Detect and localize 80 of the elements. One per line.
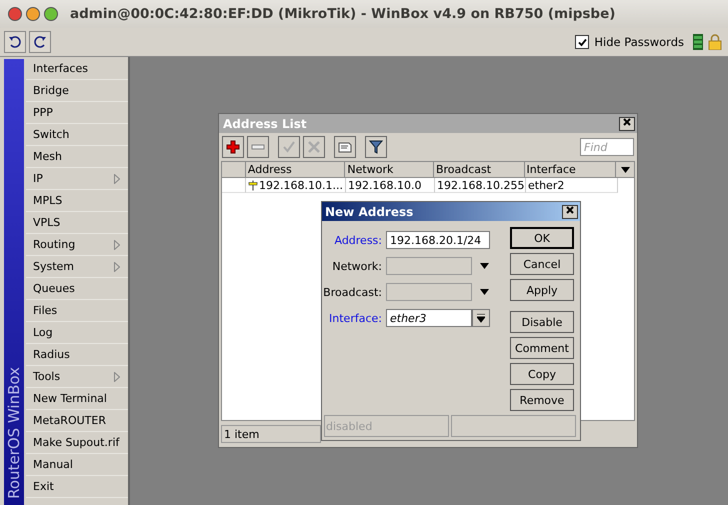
menu-item[interactable]: Files [26, 300, 128, 322]
menu-item[interactable]: Bridge [26, 80, 128, 102]
column-header[interactable]: Address [246, 162, 346, 178]
field-label: Interface: [328, 312, 382, 324]
menu-item[interactable]: PPP [26, 102, 128, 124]
menu-item[interactable]: Routing [26, 234, 128, 256]
address-icon [248, 180, 258, 190]
address-input-field[interactable]: 192.168.20.1/24 [386, 231, 490, 249]
dialog-button[interactable]: Comment [510, 337, 574, 359]
redo-button[interactable] [29, 31, 51, 53]
hide-passwords-checkbox[interactable]: Hide Passwords [575, 35, 684, 49]
table-row[interactable]: 192.168.10.1... 192.168.10.0 192.168.10.255 ether2 [222, 178, 634, 193]
menu-item[interactable]: MPLS [26, 190, 128, 212]
dialog-button[interactable]: Copy [510, 363, 574, 385]
column-header[interactable]: Broadcast [434, 162, 525, 178]
menu-item[interactable]: Exit [26, 476, 128, 498]
comment-button[interactable] [334, 136, 356, 158]
menu-item[interactable]: VPLS [26, 212, 128, 234]
filter-icon [369, 140, 383, 154]
close-icon[interactable] [8, 7, 22, 21]
menu-item[interactable]: MetaROUTER [26, 410, 128, 432]
checkmark-icon [576, 36, 588, 48]
plus-icon [226, 140, 240, 154]
field-label: Address: [333, 234, 382, 246]
dropdown-arrow-icon[interactable] [480, 289, 489, 295]
dropdown-button[interactable] [472, 309, 490, 327]
redo-icon [33, 35, 47, 49]
menu-item[interactable]: Interfaces [26, 58, 128, 80]
lock-icon [708, 34, 722, 50]
close-icon [566, 206, 574, 214]
menu-item[interactable]: Manual [26, 454, 128, 476]
interface-field[interactable]: ether3 [386, 309, 472, 327]
dialog-button[interactable]: Cancel [510, 253, 574, 275]
check-icon [282, 140, 296, 154]
column-header[interactable]: Interface [524, 162, 616, 178]
menu-item[interactable]: Mesh [26, 146, 128, 168]
menu-item[interactable]: Log [26, 322, 128, 344]
minimize-icon[interactable] [26, 7, 40, 21]
filter-button[interactable] [365, 136, 387, 158]
menu-item[interactable]: New Terminal [26, 388, 128, 410]
remove-button[interactable] [247, 136, 269, 158]
dialog-button[interactable]: Remove [510, 389, 574, 411]
dropdown-arrow-icon [620, 166, 630, 172]
close-icon [623, 118, 631, 126]
undo-icon [8, 35, 22, 49]
window-title: admin@00:0C:42:80:EF:DD (MikroTik) - WinBox v4.9 on RB750 (mipsbe) [70, 6, 616, 22]
dropdown-arrow-icon [477, 314, 485, 322]
menu-item[interactable]: Queues [26, 278, 128, 300]
menu-item[interactable]: Radius [26, 344, 128, 366]
maximize-icon[interactable] [44, 7, 58, 21]
brand-label: RouterOS WinBox [5, 367, 23, 501]
columns-menu-button[interactable] [616, 162, 634, 178]
column-header[interactable]: Network [345, 162, 434, 178]
menu-item[interactable]: Switch [26, 124, 128, 146]
undo-button[interactable] [4, 31, 26, 53]
add-button[interactable] [222, 136, 244, 158]
field-label: Broadcast: [322, 286, 382, 298]
status-text: disabled [324, 415, 449, 437]
menu-item[interactable]: IP [26, 168, 128, 190]
table-cell: 192.168.10.255 [437, 178, 524, 192]
dialog-title: New Address [325, 204, 414, 218]
find-field[interactable]: Find [580, 138, 634, 156]
table-cell: ether2 [528, 178, 564, 192]
status-count: 1 item [221, 425, 321, 443]
dialog-button[interactable]: Apply [510, 279, 574, 301]
menu-item[interactable]: System [26, 256, 128, 278]
close-button[interactable] [619, 116, 635, 130]
dialog-button[interactable]: Disable [510, 311, 574, 333]
table-cell: 192.168.10.0 [348, 178, 422, 192]
dropdown-arrow-icon[interactable] [480, 263, 489, 269]
menu-item[interactable]: Tools [26, 366, 128, 388]
address-list-title: Address List [223, 116, 307, 130]
cross-icon [307, 140, 321, 154]
table-cell: 192.168.10.1... [259, 178, 343, 192]
close-button[interactable] [562, 204, 578, 218]
dialog-button[interactable]: OK [510, 227, 574, 249]
field-label: Network: [331, 260, 382, 272]
note-icon [338, 140, 352, 154]
menu-item[interactable]: Make Supout.rif [26, 432, 128, 454]
connection-status-icon [693, 34, 703, 50]
